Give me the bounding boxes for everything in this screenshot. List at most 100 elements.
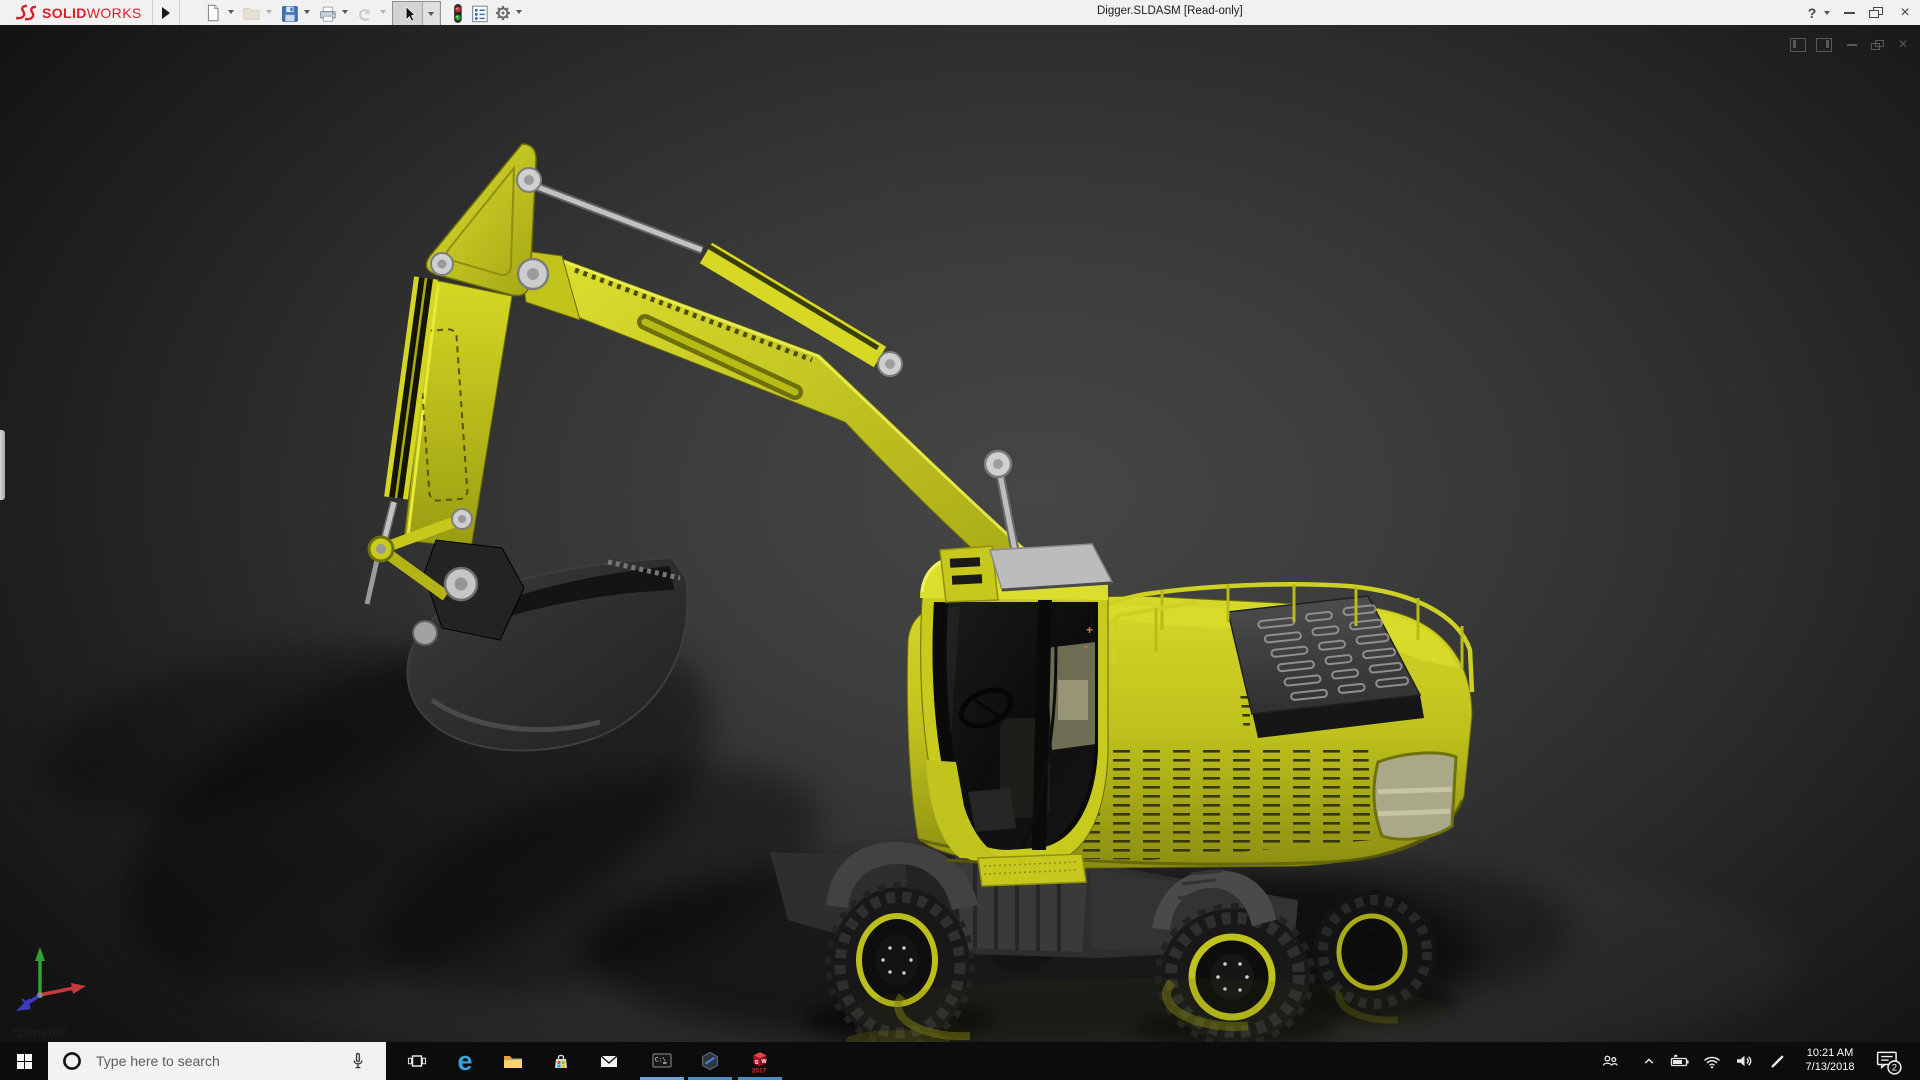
- taskbar: e C:\: [0, 1042, 1920, 1080]
- print-dropdown[interactable]: [342, 10, 348, 14]
- viewport-restore-button[interactable]: [1866, 36, 1888, 54]
- viewport-minimize-button[interactable]: [1842, 36, 1862, 54]
- svg-text:W: W: [761, 1059, 767, 1065]
- save-button[interactable]: [278, 2, 300, 24]
- tray-date: 7/13/2018: [1805, 1061, 1855, 1073]
- taskbar-app-edge[interactable]: e: [441, 1042, 489, 1080]
- battery-button[interactable]: [1666, 1042, 1694, 1080]
- command-prompt-icon: C:\: [652, 1053, 672, 1068]
- print-icon: [320, 6, 336, 22]
- cortana-icon: [63, 1052, 81, 1070]
- select-cursor-icon: [393, 2, 422, 25]
- open-folder-icon: [243, 8, 260, 20]
- flyout-arrow-icon: [162, 6, 170, 19]
- excavator-model[interactable]: + -: [0, 25, 1920, 1042]
- pane-left-button[interactable]: [1788, 36, 1808, 54]
- options-button[interactable]: [492, 2, 514, 24]
- minimize-icon: [1843, 11, 1855, 14]
- open-button[interactable]: [240, 2, 262, 24]
- file-explorer-icon: [504, 1056, 522, 1068]
- new-document-icon: [207, 4, 219, 22]
- notification-badge: 2: [1892, 1063, 1897, 1073]
- windows-logo-icon: [16, 1053, 32, 1069]
- print-button[interactable]: [316, 2, 338, 24]
- svg-text:S: S: [755, 1060, 759, 1066]
- restore-icon: [1868, 7, 1883, 18]
- pane-right-button[interactable]: [1814, 36, 1834, 54]
- taskbar-search[interactable]: [48, 1042, 386, 1080]
- save-dropdown[interactable]: [304, 10, 310, 14]
- volume-button[interactable]: [1730, 1042, 1758, 1080]
- open-dropdown[interactable]: [266, 10, 272, 14]
- new-document-button[interactable]: [202, 2, 224, 24]
- orientation-triad[interactable]: [8, 943, 98, 1023]
- taskbar-app-store[interactable]: [537, 1042, 585, 1080]
- task-view-icon: [407, 1055, 427, 1067]
- action-center-icon: 2: [1876, 1051, 1902, 1075]
- task-pane-button[interactable]: [468, 2, 490, 24]
- minimize-button[interactable]: [1838, 0, 1860, 25]
- solidworks-logo: SOLID WORKS: [12, 1, 142, 24]
- taskbar-app-file-explorer[interactable]: [489, 1042, 537, 1080]
- triad-y-axis: [35, 947, 45, 995]
- taskbar-app-solidworks-2017[interactable]: S W 2017: [736, 1042, 784, 1080]
- close-button[interactable]: ×: [1892, 0, 1918, 25]
- traffic-light-icon: [453, 3, 462, 23]
- task-view-button[interactable]: [393, 1042, 441, 1080]
- wifi-button[interactable]: [1698, 1042, 1726, 1080]
- start-button[interactable]: [0, 1042, 48, 1080]
- options-dropdown[interactable]: [516, 10, 522, 14]
- select-tool-button[interactable]: [392, 1, 441, 26]
- svg-text:-: -: [1084, 639, 1088, 653]
- clock[interactable]: 10:21 AM 7/13/2018: [1794, 1042, 1866, 1080]
- viewport-close-button[interactable]: ×: [1892, 36, 1914, 54]
- help-button[interactable]: ?: [1800, 0, 1824, 25]
- feature-manager-collapsed-tab[interactable]: [0, 430, 5, 500]
- window-title: Digger.SLDASM [Read-only]: [1097, 5, 1243, 17]
- taskbar-app-edrawings[interactable]: [686, 1042, 734, 1080]
- wifi-icon: [1704, 1056, 1720, 1069]
- taskbar-app-command-prompt[interactable]: C:\: [638, 1042, 686, 1080]
- pane-right-icon: [1816, 38, 1832, 52]
- titlebar: SOLID WORKS Digger.SLDASM [Read-only] ? …: [0, 0, 1920, 26]
- view-indicator-lights-button[interactable]: [446, 2, 468, 24]
- edge-icon: e: [457, 1045, 473, 1076]
- microsoft-store-icon: [555, 1054, 567, 1068]
- undo-icon: [359, 8, 370, 21]
- restore-button[interactable]: [1863, 0, 1887, 25]
- viewport-restore-icon: [1871, 40, 1884, 50]
- pen-icon: [1771, 1055, 1784, 1068]
- help-dropdown[interactable]: [1824, 11, 1830, 15]
- undo-button[interactable]: [354, 2, 376, 24]
- mail-icon: [600, 1055, 618, 1067]
- task-pane-icon: [472, 5, 488, 23]
- orientation-label: *Dimetric: [12, 1025, 68, 1040]
- speaker-icon: [1737, 1055, 1752, 1067]
- undo-dropdown[interactable]: [380, 10, 386, 14]
- solidworks-swirl-icon: [15, 4, 37, 20]
- search-input[interactable]: [94, 1052, 338, 1070]
- new-document-dropdown[interactable]: [228, 10, 234, 14]
- graphics-viewport[interactable]: + - × *Dimetric: [0, 25, 1920, 1042]
- pen-button[interactable]: [1764, 1042, 1792, 1080]
- people-icon: [1602, 1055, 1618, 1066]
- save-icon: [282, 6, 298, 22]
- triad-x-axis: [39, 983, 86, 997]
- viewport-minimize-icon: [1847, 44, 1857, 46]
- taskbar-app-mail[interactable]: [585, 1042, 633, 1080]
- edrawings-icon: [701, 1051, 718, 1071]
- microphone-icon[interactable]: [346, 1049, 370, 1073]
- tray-time: 10:21 AM: [1806, 1047, 1854, 1060]
- brand-works: WORKS: [86, 4, 142, 21]
- toolbar-flyout-button[interactable]: [152, 0, 180, 25]
- action-center-button[interactable]: 2: [1870, 1042, 1906, 1080]
- solidworks-2017-icon: S W 2017: [752, 1052, 767, 1074]
- brand-solid: SOLID: [42, 4, 87, 21]
- select-tool-dropdown[interactable]: [422, 2, 439, 25]
- triad-z-axis: [16, 993, 41, 1011]
- gear-icon: [495, 5, 511, 21]
- tray-expand-button[interactable]: [1636, 1042, 1662, 1080]
- svg-text:+: +: [1086, 623, 1093, 637]
- people-button[interactable]: [1596, 1042, 1624, 1080]
- pane-left-icon: [1790, 38, 1806, 52]
